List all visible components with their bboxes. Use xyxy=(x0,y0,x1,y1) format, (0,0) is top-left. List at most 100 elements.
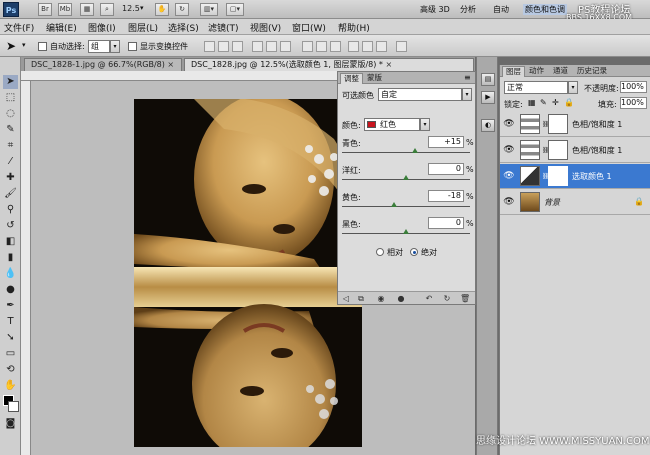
quick-mask-icon[interactable]: ◙ xyxy=(3,417,18,431)
auto-select-dropdown-icon[interactable]: ▾ xyxy=(110,40,120,53)
preset-select[interactable]: 自定 xyxy=(378,88,462,101)
eye-icon[interactable]: 👁 xyxy=(503,197,515,207)
lock-transparency-icon[interactable]: ▦ xyxy=(528,98,536,107)
distribute-top-icon[interactable] xyxy=(302,41,313,52)
hand-tool-button[interactable]: ✋ xyxy=(155,3,169,16)
layer-row[interactable]: 👁 ⛓ 色相/饱和度 1 xyxy=(500,112,650,137)
distribute-right-icon[interactable] xyxy=(376,41,387,52)
black-slider-handle[interactable] xyxy=(403,229,409,234)
path-select-icon[interactable]: ➘ xyxy=(3,331,18,345)
bridge-button[interactable]: Br xyxy=(38,3,52,16)
absolute-radio[interactable] xyxy=(410,248,418,256)
history-panel-icon[interactable]: ▤ xyxy=(481,73,495,86)
vertical-ruler[interactable] xyxy=(21,81,31,455)
color-select[interactable]: 红色 xyxy=(364,118,420,131)
lock-pixels-icon[interactable]: ✎ xyxy=(540,98,547,107)
healing-brush-icon[interactable]: ✚ xyxy=(3,171,18,185)
move-tool-icon[interactable]: ➤ xyxy=(6,39,16,53)
workspace-color-tone[interactable]: 颜色和色调 xyxy=(523,4,567,15)
magenta-value[interactable]: 0 xyxy=(428,163,464,175)
move-tool-icon[interactable]: ➤ xyxy=(3,75,18,89)
cyan-slider-handle[interactable] xyxy=(411,148,418,153)
gradient-tool-icon[interactable]: ▮ xyxy=(3,251,18,265)
clone-stamp-icon[interactable]: ⚲ xyxy=(3,203,18,217)
tab-dsc1828-1[interactable]: DSC_1828-1.jpg @ 66.7%(RGB/8) × xyxy=(24,58,182,71)
tab-dsc1828[interactable]: DSC_1828.jpg @ 12.5%(选取颜色 1, 图层蒙版/8) * × xyxy=(184,58,474,71)
eye-icon[interactable]: 👁 xyxy=(503,119,515,129)
lock-position-icon[interactable]: ✛ xyxy=(552,98,559,107)
cyan-value[interactable]: +15 xyxy=(428,136,464,148)
layer-row[interactable]: 👁 背景 🔒 xyxy=(500,190,650,215)
workspace-3d[interactable]: 高级 3D xyxy=(420,4,450,15)
layer-row-selected[interactable]: 👁 ⛓ 选取颜色 1 xyxy=(500,164,650,189)
tab-layers[interactable]: 图层 xyxy=(502,66,525,77)
view-extras-button[interactable]: ▦ xyxy=(80,3,94,16)
menu-help[interactable]: 帮助(H) xyxy=(338,21,370,34)
cyan-slider-track[interactable] xyxy=(342,152,470,153)
distribute-vcenter-icon[interactable] xyxy=(316,41,327,52)
auto-align-icon[interactable] xyxy=(396,41,407,52)
tab-actions[interactable]: 动作 xyxy=(526,66,547,77)
lock-all-icon[interactable]: 🔒 xyxy=(564,98,574,107)
reset-icon[interactable]: ↶ xyxy=(424,294,434,303)
eye-icon[interactable]: 👁 xyxy=(503,145,515,155)
align-bottom-icon[interactable] xyxy=(232,41,243,52)
yellow-slider-handle[interactable] xyxy=(391,202,398,207)
align-top-icon[interactable] xyxy=(204,41,215,52)
workspace-auto[interactable]: 自动 xyxy=(493,4,509,15)
layer-row[interactable]: 👁 ⛓ 色相/饱和度 1 xyxy=(500,138,650,163)
minibridge-button[interactable]: Mb xyxy=(58,3,72,16)
menu-layer[interactable]: 图层(L) xyxy=(128,21,158,34)
type-tool-icon[interactable]: T xyxy=(3,315,18,329)
menu-edit[interactable]: 编辑(E) xyxy=(46,21,77,34)
screen-mode-button[interactable]: ▢▾ xyxy=(226,3,244,16)
opacity-value[interactable]: 100% xyxy=(620,81,647,93)
history-brush-icon[interactable]: ↺ xyxy=(3,219,18,233)
distribute-left-icon[interactable] xyxy=(348,41,359,52)
align-vcenter-icon[interactable] xyxy=(218,41,229,52)
align-hcenter-icon[interactable] xyxy=(266,41,277,52)
relative-radio[interactable] xyxy=(376,248,384,256)
shape-tool-icon[interactable]: ▭ xyxy=(3,347,18,361)
menu-file[interactable]: 文件(F) xyxy=(4,21,34,34)
trash-icon[interactable]: 🗑 xyxy=(460,294,470,303)
marquee-tool-icon[interactable]: ⬚ xyxy=(3,91,18,105)
eraser-tool-icon[interactable]: ◧ xyxy=(3,235,18,249)
align-right-icon[interactable] xyxy=(280,41,291,52)
magenta-slider-handle[interactable] xyxy=(403,175,409,180)
blur-tool-icon[interactable]: 💧 xyxy=(3,267,18,281)
close-icon[interactable]: × xyxy=(385,60,392,69)
panel-menu-icon[interactable]: ≡ xyxy=(464,73,471,82)
dodge-tool-icon[interactable]: ● xyxy=(3,283,18,297)
brush-tool-icon[interactable]: 🖌 xyxy=(3,187,18,201)
menu-view[interactable]: 视图(V) xyxy=(250,21,281,34)
eyedropper-tool-icon[interactable]: ⁄ xyxy=(3,155,18,169)
tool-preset-dropdown-icon[interactable]: ▾ xyxy=(22,41,26,49)
lasso-tool-icon[interactable]: ◌ xyxy=(3,107,18,121)
color-dropdown-icon[interactable]: ▾ xyxy=(420,118,430,131)
black-value[interactable]: 0 xyxy=(428,217,464,229)
mask-thumbnail[interactable] xyxy=(548,166,568,186)
hand-tool-icon[interactable]: ✋ xyxy=(3,379,18,393)
auto-select-target[interactable]: 组 xyxy=(88,40,110,53)
visibility-icon[interactable]: ◉ xyxy=(376,294,386,303)
mask-thumbnail[interactable] xyxy=(548,114,568,134)
arrange-documents-button[interactable]: ▥▾ xyxy=(200,3,218,16)
mask-thumbnail[interactable] xyxy=(548,140,568,160)
blend-mode-select[interactable]: 正常 xyxy=(504,81,568,94)
close-icon[interactable]: × xyxy=(167,60,174,69)
distribute-bottom-icon[interactable] xyxy=(330,41,341,52)
quick-select-tool-icon[interactable]: ✎ xyxy=(3,123,18,137)
preset-dropdown-icon[interactable]: ▾ xyxy=(462,88,472,101)
pen-tool-icon[interactable]: ✒ xyxy=(3,299,18,313)
document-image[interactable] xyxy=(134,99,362,447)
auto-select-checkbox[interactable] xyxy=(38,42,47,51)
yellow-slider-track[interactable] xyxy=(342,206,470,207)
actions-panel-icon[interactable]: ▶ xyxy=(481,91,495,104)
refresh-icon[interactable]: ↻ xyxy=(442,294,452,303)
clip-layer-icon[interactable]: ⧉ xyxy=(356,294,366,303)
tab-history[interactable]: 历史记录 xyxy=(574,66,610,77)
menu-select[interactable]: 选择(S) xyxy=(168,21,199,34)
tab-masks[interactable]: 蒙版 xyxy=(364,73,385,84)
background-color-swatch[interactable] xyxy=(8,401,19,412)
